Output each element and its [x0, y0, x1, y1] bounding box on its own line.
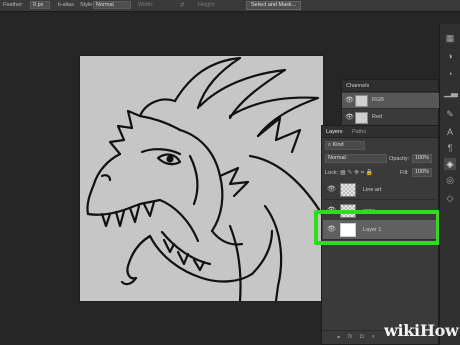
brush-icon[interactable]: ✎ [444, 108, 456, 120]
document-canvas[interactable] [80, 56, 323, 301]
layer-row-line-art[interactable]: 👁 Line art [323, 180, 437, 200]
right-tool-strip: ▦ ◑ ◔ ▁▃ ✎ A ¶ ◈ ◎ ◇ [439, 24, 460, 345]
swatches-icon[interactable]: ▦ [444, 32, 456, 44]
feather-label: Feather: [3, 2, 24, 8]
histogram-icon[interactable]: ▁▃ [444, 86, 458, 98]
tab-layers[interactable]: Layers [326, 129, 343, 135]
layer-thumbnail [340, 183, 356, 197]
anti-alias-checkbox[interactable]: ti-alias [58, 2, 74, 8]
channel-row-red[interactable]: 👁 Red [342, 110, 440, 126]
height-label: Height: [198, 2, 216, 8]
fx-button[interactable]: fx [348, 334, 353, 340]
photoshop-window: Feather: 0 px ti-alias Style: Normal Wid… [0, 0, 460, 345]
channel-thumbnail [355, 112, 368, 124]
tab-paths[interactable]: Paths [352, 129, 366, 135]
link-icon[interactable]: ⚭ [336, 334, 341, 341]
channel-row-rgb[interactable]: 👁 RGB [342, 93, 440, 109]
layers-tab-bar: Layers Paths [322, 126, 438, 138]
tab-channels[interactable]: Channels [346, 83, 369, 89]
fill-input[interactable]: 100% [412, 168, 432, 177]
layer-highlight-box [314, 210, 440, 245]
fill-label: Fill: [400, 170, 409, 176]
select-and-mask-button[interactable]: Select and Mask... [246, 1, 302, 10]
channels-icon[interactable]: ◎ [444, 174, 456, 186]
channels-tab-bar: Channels [342, 80, 438, 92]
opacity-label: Opacity: [389, 156, 410, 162]
filter-kind-label: Kind [332, 142, 344, 148]
mask-icon[interactable]: ◘ [360, 334, 364, 340]
wikihow-watermark: wikiHow [384, 321, 459, 340]
channel-thumbnail [355, 95, 368, 107]
dragon-line-art [86, 56, 323, 301]
layers-icon[interactable]: ◈ [444, 158, 456, 170]
lock-label: Lock: [325, 170, 339, 176]
swap-icon[interactable]: ⇄ [180, 2, 185, 8]
options-bar: Feather: 0 px ti-alias Style: Normal Wid… [0, 0, 460, 12]
adjustment-icon[interactable]: ◐ [372, 334, 376, 340]
style-select[interactable]: Normal [93, 1, 131, 9]
layer-name: Line art [363, 187, 382, 193]
color-icon[interactable]: ◔ [444, 68, 456, 80]
watermark-wiki: wiki [384, 321, 420, 340]
eye-icon[interactable]: 👁 [345, 97, 354, 104]
eye-icon[interactable]: 👁 [327, 186, 336, 193]
paragraph-icon[interactable]: ¶ [444, 142, 456, 154]
eye-icon[interactable]: 👁 [345, 114, 354, 121]
watermark-how: How [419, 321, 459, 340]
style-label: Style: [80, 2, 94, 8]
width-label: Width: [138, 2, 154, 8]
adjustments-icon[interactable]: ◑ [444, 50, 456, 62]
channel-name: RGB [372, 97, 384, 103]
layer-filter-select[interactable]: ⌕ Kind [325, 141, 365, 150]
feather-input[interactable]: 0 px [30, 1, 50, 9]
lock-icons[interactable]: ▦ ✎ ✥ ⌗ 🔒 [340, 169, 373, 177]
blend-mode-select[interactable]: Normal [325, 154, 387, 163]
channel-name: Red [372, 114, 383, 120]
text-icon[interactable]: A [444, 126, 456, 138]
paths-icon[interactable]: ◇ [444, 192, 456, 204]
opacity-input[interactable]: 100% [412, 154, 432, 163]
